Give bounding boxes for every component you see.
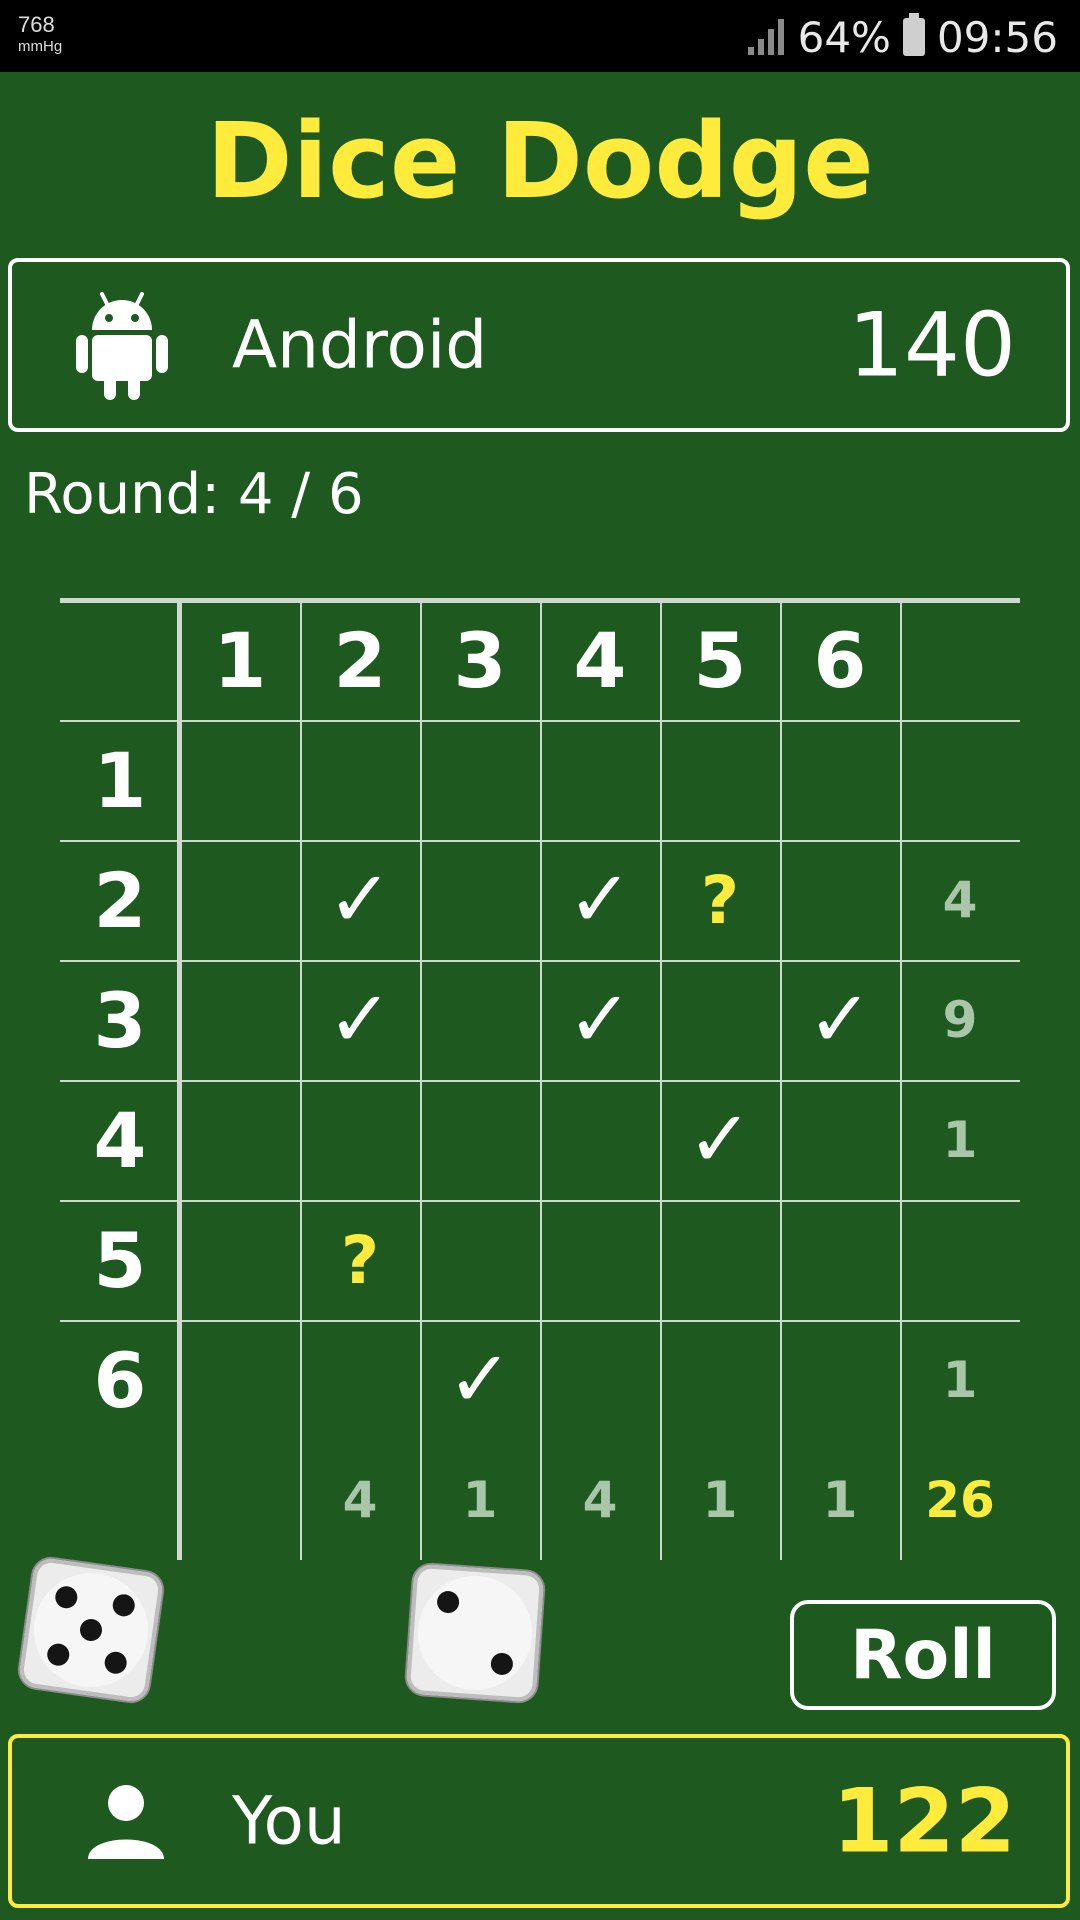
row-header: 5 [93,1215,147,1305]
column-header: 5 [693,615,747,705]
row-header: 4 [93,1095,147,1185]
grand-total: 26 [925,1471,995,1529]
opponent-score: 140 [848,293,1016,397]
check-icon[interactable]: ✓ [420,1320,540,1440]
column-header: 3 [453,615,507,705]
column-sum: 1 [462,1471,498,1529]
row-header: 1 [93,735,147,825]
opponent-name: Android [232,306,488,384]
player-card: You 122 [8,1734,1070,1908]
die-two-icon[interactable] [405,1563,545,1703]
row-sum: 1 [942,1111,978,1169]
pressure-readout: 768 mmHg [18,12,63,55]
column-sum: 4 [582,1471,618,1529]
person-icon [88,1785,164,1859]
row-sum: 1 [942,1351,978,1409]
row-header: 2 [93,855,147,945]
column-header: 6 [813,615,867,705]
check-icon[interactable]: ✓ [540,960,660,1080]
grid-column-line [780,600,782,1560]
round-label: Round: [24,462,221,527]
check-icon[interactable]: ✓ [780,960,900,1080]
row-header: 3 [93,975,147,1065]
column-sum: 1 [822,1471,858,1529]
android-icon [76,292,168,400]
grid-column-line [540,600,542,1560]
row-sum: 9 [942,991,978,1049]
pressure-value: 768 [18,12,55,37]
status-right: 64% 09:56 [746,12,1058,62]
player-score: 122 [832,1769,1016,1873]
check-icon[interactable]: ✓ [300,840,420,960]
grid-column-line [300,600,302,1560]
roll-button[interactable]: Roll [790,1600,1056,1710]
question-mark-cell[interactable]: ? [300,1200,420,1320]
check-icon[interactable]: ✓ [300,960,420,1080]
column-header: 2 [333,615,387,705]
row-header: 6 [93,1335,147,1425]
column-sum: 1 [702,1471,738,1529]
clock: 09:56 [936,12,1058,62]
opponent-card: Android 140 [8,258,1070,432]
battery-charging-icon [902,13,925,56]
column-sum: 4 [342,1471,378,1529]
pressure-unit: mmHg [18,38,63,55]
round-value: 4 / 6 [237,462,364,527]
die-five-icon[interactable] [17,1556,165,1704]
check-icon[interactable]: ✓ [660,1080,780,1200]
column-header: 1 [213,615,267,705]
round-indicator: Round: 4 / 6 [24,462,364,527]
app-title: Dice Dodge [206,100,874,222]
status-bar: 768 mmHg 64% 09:56 [0,0,1080,72]
check-icon[interactable]: ✓ [540,840,660,960]
player-name: You [232,1782,346,1860]
row-sum: 4 [942,871,978,929]
column-header: 4 [573,615,627,705]
die-pip [489,1651,514,1676]
die-face [414,1572,536,1694]
battery-percent: 64% [797,12,891,62]
question-mark-cell[interactable]: ? [660,840,780,960]
signal-icon [747,19,784,55]
